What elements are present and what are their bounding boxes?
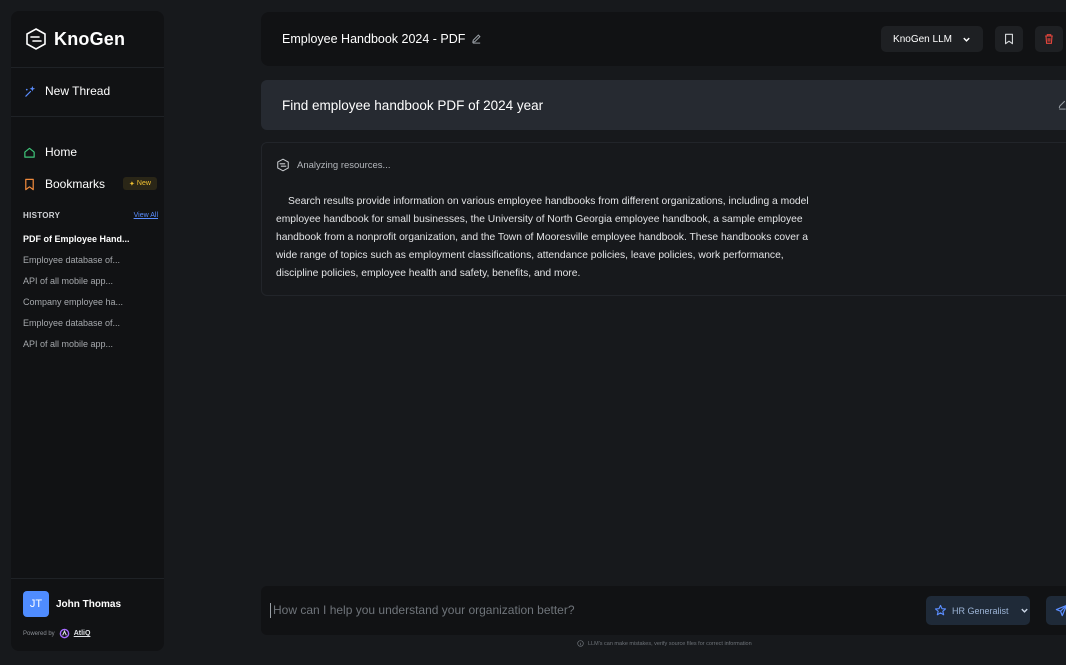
info-icon xyxy=(577,640,584,647)
history-list: PDF of Employee Hand... Employee databas… xyxy=(23,233,161,359)
divider xyxy=(11,67,164,68)
star-icon xyxy=(934,604,947,616)
composer: HR Generalist xyxy=(261,586,1066,635)
powered-by-label: Powered by xyxy=(23,630,55,637)
badge-label: New xyxy=(136,180,151,187)
role-select[interactable]: HR Generalist xyxy=(926,596,1030,625)
edit-title-icon[interactable] xyxy=(471,33,482,44)
delete-button[interactable] xyxy=(1035,26,1063,52)
query-text: Find employee handbook PDF of 2024 year xyxy=(282,98,544,113)
thread-header: Employee Handbook 2024 - PDF KnoGen LLM xyxy=(261,12,1066,66)
new-thread-icon xyxy=(25,85,36,97)
new-badge: ✦ New xyxy=(123,177,157,190)
app-name: KnoGen xyxy=(54,28,126,49)
new-thread-label: New Thread xyxy=(45,84,111,98)
divider xyxy=(11,116,164,117)
sidebar-item-label: Home xyxy=(45,145,78,159)
history-item[interactable]: Employee database of... xyxy=(23,254,161,275)
sidebar-item-bookmarks[interactable]: Bookmarks xyxy=(23,177,105,191)
analyzing-status: Analyzing resources... xyxy=(276,158,390,172)
bookmark-button[interactable] xyxy=(995,26,1023,52)
knogen-logo-icon xyxy=(26,28,46,50)
bookmark-icon xyxy=(25,178,34,190)
thread-title: Employee Handbook 2024 - PDF xyxy=(282,32,466,46)
history-item[interactable]: API of all mobile app... xyxy=(23,338,161,359)
avatar: JT xyxy=(23,591,49,617)
powered-by: Powered by AtliQ xyxy=(23,628,90,639)
user-query: Find employee handbook PDF of 2024 year xyxy=(261,80,1066,130)
sidebar-item-home[interactable]: Home xyxy=(23,145,77,159)
new-thread-button[interactable]: New Thread xyxy=(24,84,110,98)
disclaimer-text: LLM's can make mistakes, verify source f… xyxy=(588,640,752,647)
disclaimer: LLM's can make mistakes, verify source f… xyxy=(577,640,752,647)
trash-icon xyxy=(1045,34,1053,44)
history-title: HISTORY xyxy=(23,211,61,220)
knogen-logo-icon xyxy=(277,158,289,172)
chevron-down-icon xyxy=(1020,608,1028,613)
model-select[interactable]: KnoGen LLM xyxy=(881,26,983,52)
history-item[interactable]: Company employee ha... xyxy=(23,296,161,317)
send-icon xyxy=(1055,604,1066,617)
atliq-link[interactable]: AtliQ xyxy=(74,630,91,637)
home-icon xyxy=(24,147,35,158)
model-select-value: KnoGen LLM xyxy=(893,33,952,45)
chevron-down-icon xyxy=(963,37,970,42)
divider xyxy=(11,578,164,579)
logo[interactable]: KnoGen xyxy=(24,27,125,51)
analyzing-label: Analyzing resources... xyxy=(297,159,391,171)
sparkle-icon: ✦ xyxy=(129,180,135,188)
role-select-value: HR Generalist xyxy=(952,605,1009,616)
history-header: HISTORY View All xyxy=(23,211,158,220)
atliq-logo-icon xyxy=(59,628,69,639)
history-item[interactable]: Employee database of... xyxy=(23,317,161,338)
view-all-link[interactable]: View All xyxy=(134,212,158,219)
text-caret xyxy=(270,603,271,618)
prompt-input[interactable] xyxy=(273,599,913,621)
bookmark-icon xyxy=(1005,33,1013,45)
history-item[interactable]: PDF of Employee Hand... xyxy=(23,233,161,254)
assistant-response: Analyzing resources... Search results pr… xyxy=(261,142,1066,296)
send-button[interactable] xyxy=(1046,596,1066,625)
history-item[interactable]: API of all mobile app... xyxy=(23,275,161,296)
edit-query-icon[interactable] xyxy=(1058,99,1066,110)
sidebar-item-label: Bookmarks xyxy=(45,177,106,191)
user-name: John Thomas xyxy=(56,598,122,610)
response-text: Search results provide information on va… xyxy=(276,196,809,279)
user-profile[interactable]: JT John Thomas xyxy=(23,591,121,617)
sidebar: KnoGen New Thread Home Bookmarks ✦ New H… xyxy=(11,11,164,651)
